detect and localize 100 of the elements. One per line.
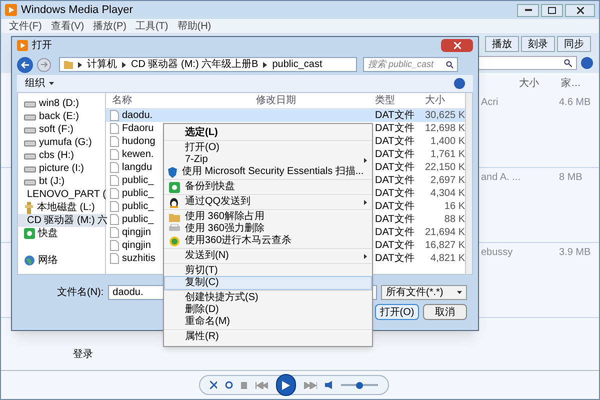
tab[interactable]: 刻录 (521, 36, 555, 52)
nav-item[interactable]: 本地磁盘 (L:) (18, 201, 105, 214)
tab[interactable]: 同步 (557, 36, 591, 52)
menu-item[interactable]: 剪切(T) (165, 265, 371, 277)
menu-item[interactable]: 使用 360强力删除 (165, 223, 371, 235)
file-name: hudong (122, 135, 156, 149)
file-name: public_ (122, 213, 154, 227)
menu-item[interactable]: 使用360进行木马云查杀 (165, 235, 371, 247)
nav-item[interactable]: bt (J:) (18, 175, 105, 188)
nav-item[interactable]: 网络 (18, 254, 105, 267)
speaker-icon[interactable] (325, 381, 334, 389)
nav-item[interactable]: yumufa (G:) (18, 136, 105, 149)
menu-item[interactable]: 工具(T) (135, 18, 168, 34)
drive-icon (24, 100, 36, 108)
column-header[interactable]: 家… (561, 76, 581, 90)
file-row[interactable]: daodu. DAT文件 30,625 K (106, 109, 465, 122)
back-button[interactable] (17, 56, 33, 72)
file-type: DAT文件 (375, 212, 416, 226)
column-header[interactable]: 类型 (375, 93, 425, 108)
nav-item[interactable]: win8 (D:) (18, 97, 105, 110)
drive-icon (24, 152, 36, 160)
globe-icon (24, 255, 35, 266)
minimize-button[interactable] (517, 4, 539, 16)
menu-item[interactable]: 删除(D) (165, 304, 371, 316)
breadcrumb-item[interactable]: 计算机 (87, 57, 117, 72)
menu-item[interactable]: 使用 Microsoft Security Essentials 扫描... (165, 166, 371, 178)
file-icon (110, 162, 119, 173)
menu-item[interactable]: 查看(V) (50, 18, 84, 34)
organize-button[interactable]: 组织 (25, 76, 54, 91)
nav-item[interactable]: picture (I:) (18, 162, 105, 175)
menu-item[interactable]: 文件(F) (9, 18, 42, 34)
column-header[interactable]: 修改日期 (256, 93, 375, 108)
menu-item[interactable]: 通过QQ发送到 (165, 196, 371, 208)
breadcrumb-item[interactable]: CD 驱动器 (M:) 六年级上册B (131, 57, 258, 72)
file-type: DAT文件 (375, 122, 416, 136)
file-name: qingjin (122, 239, 151, 253)
nav-item[interactable]: 快盘 (18, 227, 105, 240)
file-name: Fdaoru (122, 122, 154, 136)
menu-item[interactable]: 备份到快盘 (165, 181, 371, 193)
menu-item[interactable]: 播放(P) (93, 18, 126, 34)
nav-item[interactable]: cbs (H:) (18, 149, 105, 162)
repeat-icon[interactable] (225, 381, 233, 389)
file-type: DAT文件 (375, 174, 416, 188)
file-size: 88 K (443, 213, 465, 227)
previous-icon[interactable] (255, 382, 268, 388)
chevron-right-icon (78, 62, 82, 68)
menu-item[interactable]: 创建快捷方式(S) (165, 292, 371, 304)
drive-icon (24, 164, 36, 172)
file-size: 2,697 K (430, 174, 465, 188)
menu-item[interactable]: 7-Zip (165, 154, 371, 166)
cancel-button[interactable]: 取消 (423, 304, 467, 320)
scrollbar[interactable] (465, 93, 472, 274)
menu-item[interactable]: 打开(O) (165, 142, 371, 154)
breadcrumb-item[interactable]: public_cast (272, 57, 322, 72)
file-type: DAT文件 (375, 200, 416, 214)
track-size: 8 MB (559, 171, 582, 185)
column-header[interactable]: 名称 (106, 93, 256, 108)
open-button[interactable]: 打开(O) (375, 304, 419, 320)
menu-item[interactable]: 发送到(N) (165, 250, 371, 262)
file-type: DAT文件 (375, 238, 416, 252)
menu-item[interactable]: 使用 360解除占用 (165, 211, 371, 223)
tab[interactable]: 播放 (485, 36, 519, 52)
close-icon (454, 42, 460, 49)
nav-item[interactable]: soft (F:) (18, 123, 105, 136)
volume-slider[interactable] (341, 381, 378, 389)
close-button[interactable] (441, 39, 473, 52)
menu-item[interactable]: 重命名(M) (165, 316, 371, 328)
file-type: DAT文件 (375, 186, 416, 200)
maximize-button[interactable] (541, 4, 563, 16)
file-type-dropdown[interactable]: 所有文件(*.*) (381, 285, 467, 300)
usb-drive-icon (24, 202, 34, 214)
nav-item[interactable]: LENOVO_PART ( (18, 188, 105, 201)
column-header[interactable]: 大小 (425, 93, 445, 108)
close-button[interactable] (565, 4, 595, 16)
sign-in-link[interactable]: 登录 (73, 347, 93, 362)
search-icon (564, 59, 572, 67)
volume-thumb[interactable] (356, 382, 364, 388)
menu-item[interactable]: 帮助(H) (177, 18, 212, 34)
search-field[interactable]: 搜索 public_cast (363, 57, 458, 72)
menu-item[interactable]: 属性(R) (165, 331, 371, 343)
column-header[interactable]: 大小 (519, 76, 539, 90)
scan-icon (168, 236, 180, 246)
play-button[interactable] (276, 374, 296, 396)
shuffle-icon[interactable] (210, 381, 218, 389)
nav-item[interactable]: back (E:) (18, 110, 105, 123)
shield-icon (167, 166, 178, 178)
file-size: 4,821 K (430, 252, 465, 266)
next-icon[interactable] (304, 382, 318, 388)
nav-item[interactable]: CD 驱动器 (M:) 六 (18, 214, 105, 227)
forward-button[interactable] (37, 58, 51, 72)
file-icon (110, 123, 119, 134)
file-name: kewen. (122, 148, 154, 162)
stop-icon[interactable] (240, 382, 248, 388)
file-name: qingjin (122, 226, 151, 240)
file-size: 1,400 K (430, 135, 465, 149)
address-bar[interactable]: 计算机 CD 驱动器 (M:) 六年级上册B public_cast (59, 57, 357, 72)
app-logo-icon (5, 4, 17, 16)
menu-item[interactable]: 复制(C) (165, 277, 371, 289)
drive-icon (24, 138, 36, 146)
menu-item[interactable]: 选定(L) (165, 127, 371, 139)
